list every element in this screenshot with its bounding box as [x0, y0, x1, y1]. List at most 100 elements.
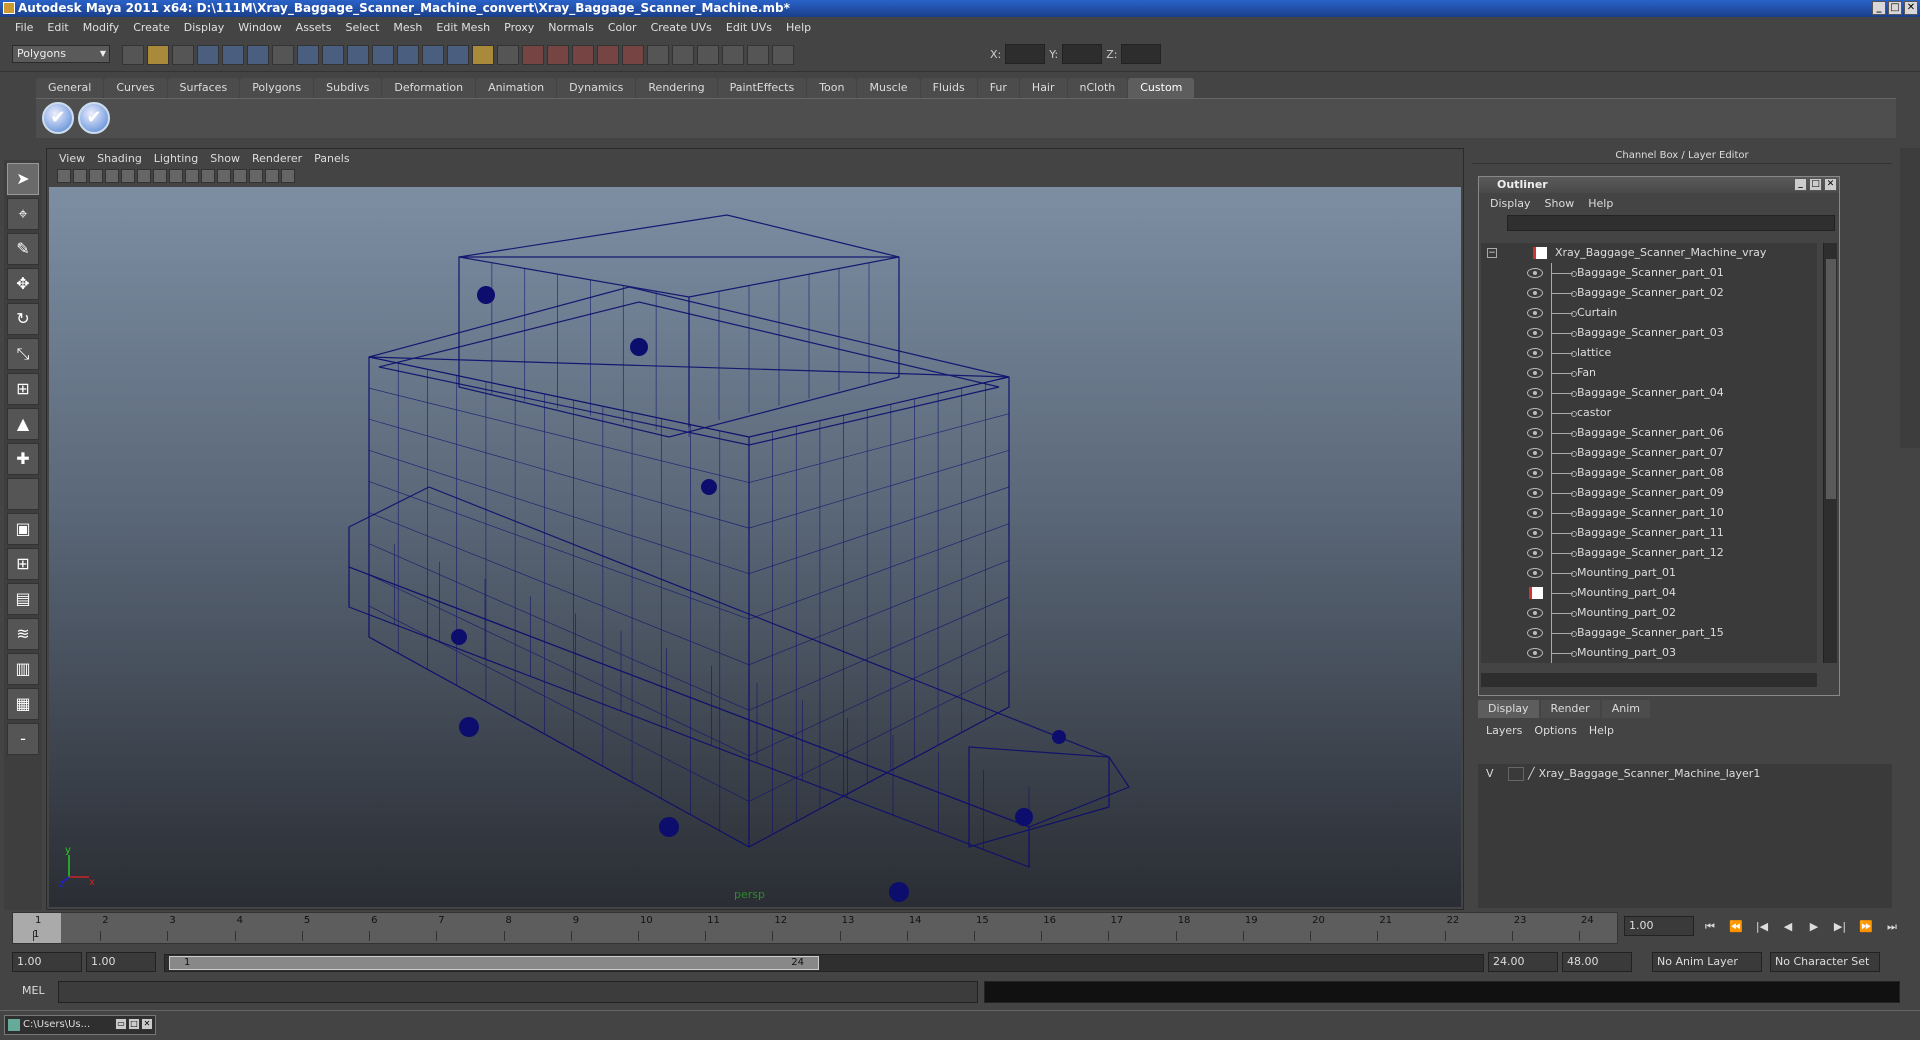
layer-visibility-toggle[interactable]: V — [1486, 764, 1504, 784]
select-joint-icon[interactable] — [297, 45, 319, 65]
shelf-tab-curves[interactable]: Curves — [104, 78, 167, 98]
snap-grid-icon[interactable] — [522, 45, 544, 65]
hud-icon[interactable] — [281, 169, 295, 183]
shelf-tab-ncloth[interactable]: nCloth — [1067, 78, 1128, 98]
anim-layer-dropdown[interactable]: No Anim Layer — [1652, 952, 1762, 972]
layer-color-icon[interactable]: ╱ — [1528, 764, 1535, 784]
minimize-button[interactable]: _ — [1872, 1, 1886, 15]
shelf-tab-dynamics[interactable]: Dynamics — [557, 78, 636, 98]
make-live-icon[interactable] — [622, 45, 644, 65]
shelf-tab-hair[interactable]: Hair — [1019, 78, 1067, 98]
paint-select-icon[interactable]: ✎ — [7, 233, 39, 265]
menu-display[interactable]: Display — [177, 21, 232, 34]
command-input[interactable] — [58, 981, 978, 1003]
shelf-tab-polygons[interactable]: Polygons — [240, 78, 314, 98]
outliner-close-button[interactable]: ✕ — [1824, 178, 1837, 191]
outliner-item[interactable]: Mounting_part_01 — [1481, 563, 1817, 583]
select-curve-icon[interactable] — [322, 45, 344, 65]
character-set-dropdown[interactable]: No Character Set — [1770, 952, 1880, 972]
viewport-menu-renderer[interactable]: Renderer — [246, 152, 308, 165]
outliner-root-item[interactable]: − Xray_Baggage_Scanner_Machine_vray — [1481, 243, 1817, 263]
smooth-shade-icon[interactable] — [185, 169, 199, 183]
graph-layout-icon[interactable]: ▦ — [7, 688, 39, 720]
outliner-item[interactable]: Baggage_Scanner_part_12 — [1481, 543, 1817, 563]
menu-create-uvs[interactable]: Create UVs — [644, 21, 719, 34]
outliner-item[interactable]: Baggage_Scanner_part_03 — [1481, 323, 1817, 343]
current-frame-field[interactable]: 1.00 — [1624, 916, 1694, 936]
isolate-icon[interactable] — [265, 169, 279, 183]
layer-row[interactable]: V ╱ Xray_Baggage_Scanner_Machine_layer1 — [1478, 764, 1892, 784]
outliner-item[interactable]: Mounting_part_03 — [1481, 643, 1817, 663]
shelf-tab-deformation[interactable]: Deformation — [382, 78, 476, 98]
outliner-list[interactable]: − Xray_Baggage_Scanner_Machine_vray Bagg… — [1481, 243, 1817, 663]
outliner-item[interactable]: lattice — [1481, 343, 1817, 363]
camera-attr-icon[interactable] — [73, 169, 87, 183]
shelf-tab-painteffects[interactable]: PaintEffects — [717, 78, 807, 98]
shelf-tab-fur[interactable]: Fur — [977, 78, 1019, 98]
collapse-toolbox-icon[interactable]: - — [7, 723, 39, 755]
camera-icon[interactable] — [57, 169, 71, 183]
menu-create[interactable]: Create — [126, 21, 177, 34]
step-forward-frame-icon[interactable]: ▶| — [1830, 918, 1850, 936]
menu-edit[interactable]: Edit — [40, 21, 75, 34]
outliner-item[interactable]: Baggage_Scanner_part_07 — [1481, 443, 1817, 463]
outliner-item[interactable]: Fan — [1481, 363, 1817, 383]
menu-normals[interactable]: Normals — [541, 21, 601, 34]
history-icon[interactable] — [647, 45, 669, 65]
select-misc-icon[interactable] — [447, 45, 469, 65]
menu-modify[interactable]: Modify — [76, 21, 126, 34]
manipulator-icon[interactable]: ⊞ — [7, 373, 39, 405]
playback-start-field[interactable]: 1.00 — [86, 952, 156, 972]
hypershade-icon[interactable] — [747, 45, 769, 65]
select-deformation-icon[interactable] — [372, 45, 394, 65]
shelf-tab-general[interactable]: General — [36, 78, 104, 98]
step-back-key-icon[interactable]: ⏪ — [1726, 918, 1746, 936]
select-surface-icon[interactable] — [347, 45, 369, 65]
layer-type-toggle[interactable] — [1508, 767, 1524, 781]
grid-icon[interactable] — [121, 169, 135, 183]
outliner-item[interactable]: Baggage_Scanner_part_04 — [1481, 383, 1817, 403]
shelf-tab-toon[interactable]: Toon — [807, 78, 857, 98]
film-gate-icon[interactable] — [137, 169, 151, 183]
render-settings-icon[interactable] — [722, 45, 744, 65]
outliner-maximize-button[interactable]: □ — [1809, 178, 1822, 191]
z-field[interactable] — [1121, 44, 1162, 64]
maximize-icon[interactable]: □ — [128, 1018, 140, 1030]
collapse-icon[interactable]: − — [1487, 248, 1497, 258]
outliner-item[interactable]: Baggage_Scanner_part_02 — [1481, 283, 1817, 303]
menu-proxy[interactable]: Proxy — [497, 21, 541, 34]
go-to-start-icon[interactable]: ⏮ — [1700, 918, 1720, 936]
last-tool-icon[interactable] — [7, 478, 39, 510]
viewport-menu-view[interactable]: View — [53, 152, 91, 165]
select-rendering-icon[interactable] — [422, 45, 444, 65]
menu-mesh[interactable]: Mesh — [386, 21, 429, 34]
viewport-menu-panels[interactable]: Panels — [308, 152, 355, 165]
shelf-tab-animation[interactable]: Animation — [476, 78, 557, 98]
range-slider-thumb[interactable]: 1 24 — [169, 956, 819, 970]
shelf-tab-custom[interactable]: Custom — [1128, 78, 1195, 98]
new-scene-icon[interactable] — [122, 45, 144, 65]
viewport-menu-lighting[interactable]: Lighting — [148, 152, 204, 165]
outliner-menu-display[interactable]: Display — [1483, 197, 1538, 210]
outliner-menu-help[interactable]: Help — [1581, 197, 1620, 210]
snap-curve-icon[interactable] — [547, 45, 569, 65]
range-slider[interactable]: 1 24 — [164, 954, 1484, 972]
layer-menu-options[interactable]: Options — [1528, 724, 1582, 737]
layer-tab-anim[interactable]: Anim — [1601, 700, 1650, 718]
play-backward-icon[interactable]: ◀ — [1778, 918, 1798, 936]
ipr-render-icon[interactable] — [697, 45, 719, 65]
soft-mod-icon[interactable]: ▲ — [7, 408, 39, 440]
lasso-tool-icon[interactable]: ⌖ — [7, 198, 39, 230]
shelf-tab-surfaces[interactable]: Surfaces — [167, 78, 240, 98]
layer-menu-layers[interactable]: Layers — [1480, 724, 1528, 737]
select-object-icon[interactable] — [222, 45, 244, 65]
x-field[interactable] — [1005, 44, 1046, 64]
command-language-label[interactable]: MEL — [22, 984, 45, 997]
single-view-icon[interactable]: ▣ — [7, 513, 39, 545]
outliner-item[interactable]: Baggage_Scanner_part_11 — [1481, 523, 1817, 543]
select-hierarchy-icon[interactable] — [197, 45, 219, 65]
maximize-button[interactable]: □ — [1888, 1, 1902, 15]
restore-icon[interactable]: ▭ — [115, 1018, 127, 1030]
outliner-scrollbar-vertical[interactable] — [1823, 243, 1837, 663]
persp-graph-icon[interactable]: ≋ — [7, 618, 39, 650]
